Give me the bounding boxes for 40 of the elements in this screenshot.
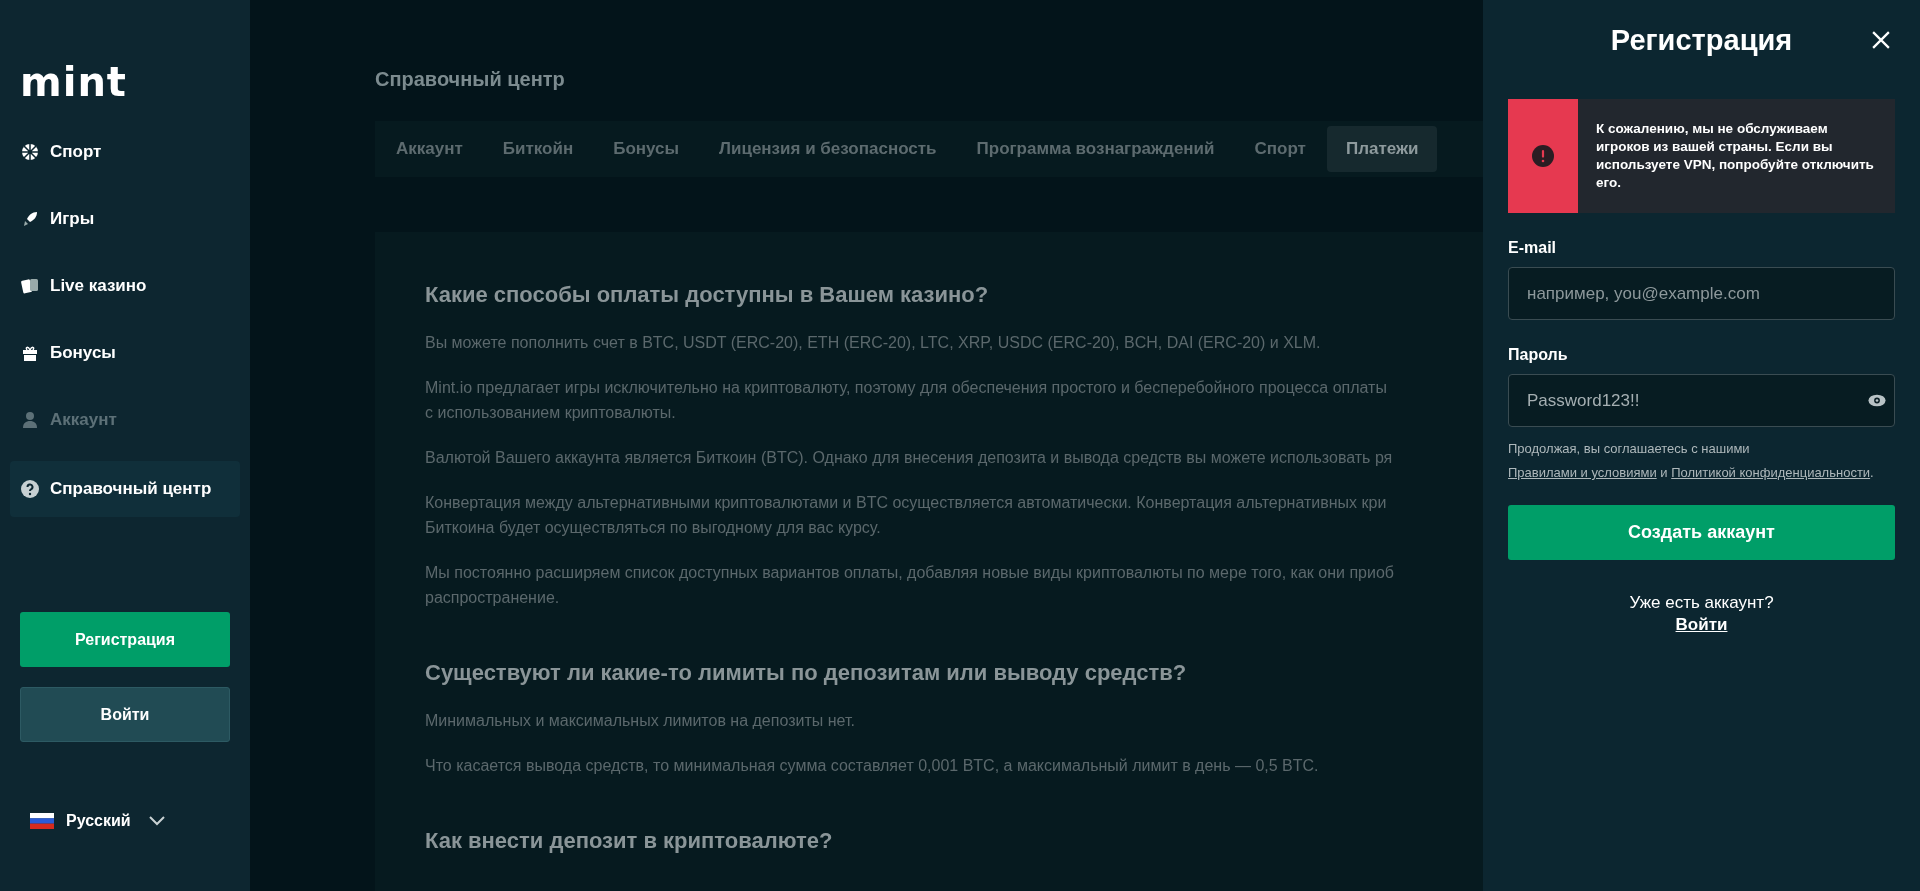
paragraph: Вы можете пополнить счет в BTC, USDT (ERC-20), ETH (ERC-20), LTC, XRP, USDC (ERC-20), BCH, DAI (ERC-20) и XLM. (425, 333, 1322, 353)
paragraph: Mint.io предлагает игры исключительно на криптовалюту, поэтому для обеспечения простого и бесперебойного процесса оплаты с использованием криптовалюты. (425, 378, 1388, 423)
email-field[interactable]: например, you@example.com (1508, 267, 1895, 320)
language-selector[interactable]: Русский (30, 812, 165, 830)
chevron-down-icon (148, 816, 165, 826)
eye-icon[interactable] (1868, 394, 1886, 407)
field-label: E-mail (1508, 239, 1556, 257)
paragraph: Мы постоянно расширяем список доступных вариантов оплаты, добавляя новые виды криптовалюты по мере того, как они приоб распространение. (425, 563, 1395, 608)
terms-link[interactable]: Правилами и условиями (1508, 465, 1657, 480)
paragraph: Минимальных и максимальных лимитов на депозиты нет. (425, 711, 856, 731)
panel-title: Регистрация (1610, 23, 1793, 57)
ball-icon (20, 142, 40, 162)
cards-icon (20, 276, 40, 296)
faq-heading: Как внести депозит в криптовалюте? (425, 828, 834, 854)
faq-heading: Существуют ли какие-то лимиты по депозитам или выводу средств? (425, 660, 1188, 686)
nav-item[interactable]: Бонусы (10, 327, 240, 379)
close-icon (1872, 31, 1890, 49)
warning-icon (1532, 145, 1554, 167)
tab[interactable]: Платежи (1326, 126, 1438, 172)
password-field[interactable]: Password123!! (1508, 374, 1895, 427)
field-label: Пароль (1508, 346, 1568, 364)
alert-message: К сожалению, мы не обслуживаем игроков из вашей страны. Если вы используете VPN, попробуйте отключить его. (1595, 120, 1875, 192)
privacy-link[interactable]: Политикой конфиденциальности (1671, 465, 1871, 480)
login-button[interactable]: Войти (20, 687, 230, 742)
paragraph: Валютой Вашего аккаунта является Биткоин (BTC). Однако для внесения депозита и вывода средств вы можете использовать ря (425, 448, 1394, 468)
nav-item[interactable]: Игры (10, 193, 240, 245)
nav-item[interactable]: Спорт (10, 126, 240, 178)
paragraph: Что касается вывода средств, то минимальная сумма составляет 0,001 BTC, а максимальный лимит в день — 0,5 BTC. (425, 756, 1320, 776)
nav-item[interactable]: Live казино (10, 260, 240, 312)
help-icon (20, 479, 40, 499)
login-link[interactable]: Войти (1675, 614, 1728, 636)
nav-item[interactable]: Справочный центр (10, 461, 240, 517)
page-title: Справочный центр (375, 67, 566, 92)
user-icon (20, 410, 40, 430)
terms-text: Продолжая, вы соглашаетесь с нашими Правилами и условиями и Политикой конфиденциальности. (1508, 440, 1875, 482)
logo[interactable]: mint (20, 60, 127, 104)
have-account-text: Уже есть аккаунт? (1629, 592, 1774, 614)
faq-heading: Какие способы оплаты доступны в Вашем казино? (425, 282, 990, 308)
paragraph: Конвертация между альтернативными криптовалютами и BTC осуществляется автоматически. Конвертация альтернативных кри Биткоина будет осуществляться по выгодному для вас курсу. (425, 493, 1388, 538)
flag-icon (30, 813, 54, 829)
